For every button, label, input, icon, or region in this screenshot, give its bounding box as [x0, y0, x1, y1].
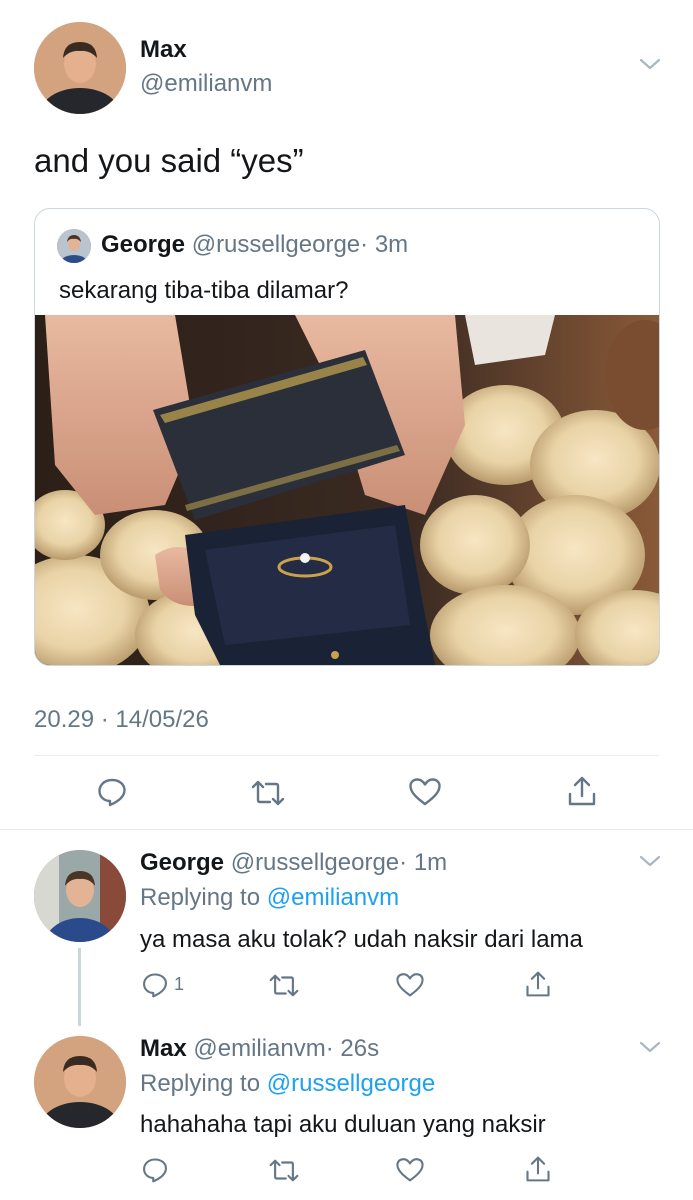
reply-avatar[interactable]: [34, 1036, 126, 1128]
quoted-photo[interactable]: [35, 315, 659, 665]
share-icon[interactable]: [524, 1154, 552, 1184]
reply-author-handle[interactable]: @emilianvm: [193, 1035, 325, 1062]
quoted-tweet[interactable]: George @russellgeorge· 3m sekarang tiba-…: [34, 208, 660, 666]
reply-avatar[interactable]: [34, 850, 126, 942]
like-icon[interactable]: [395, 972, 425, 998]
reply-text: ya masa aku tolak? udah naksir dari lama: [140, 926, 583, 953]
chevron-down-icon[interactable]: [638, 853, 662, 869]
author-handle[interactable]: @emilianvm: [140, 70, 272, 98]
author-name[interactable]: Max: [140, 36, 187, 64]
quoted-author-handle: @russellgeorge: [191, 231, 361, 258]
section-divider: [0, 829, 693, 830]
retweet-icon[interactable]: [268, 972, 300, 999]
reply-icon[interactable]: [141, 1156, 169, 1184]
reply-author-name[interactable]: George: [140, 849, 224, 876]
retweet-icon[interactable]: [268, 1157, 300, 1184]
reply-author-name[interactable]: Max: [140, 1035, 187, 1062]
quoted-author-name: George: [101, 231, 186, 258]
reply-text: hahahaha tapi aku duluan yang naksir: [140, 1111, 546, 1138]
quoted-time: · 3m: [360, 231, 409, 258]
reply-time: · 26s: [325, 1035, 380, 1062]
thread-line: [78, 948, 81, 1026]
retweet-icon[interactable]: [250, 778, 286, 808]
quoted-author-avatar: [57, 229, 91, 263]
chevron-down-icon[interactable]: [638, 56, 662, 72]
author-avatar[interactable]: [34, 22, 126, 114]
reply-time: · 1m: [399, 849, 448, 876]
chevron-down-icon[interactable]: [638, 1039, 662, 1055]
reply-count: 1: [174, 974, 185, 994]
like-icon[interactable]: [408, 777, 442, 807]
replying-to-label: Replying to: [140, 884, 261, 911]
share-icon[interactable]: [524, 969, 552, 999]
share-icon[interactable]: [566, 774, 598, 808]
replying-to-link[interactable]: @russellgeorge: [267, 1070, 435, 1097]
reply-icon[interactable]: [141, 971, 169, 999]
ring-photo-illustration: [35, 315, 659, 665]
quoted-text: sekarang tiba-tiba dilamar?: [59, 277, 349, 304]
tweet-text: and you said “yes”: [34, 142, 304, 179]
divider: [34, 755, 659, 756]
replying-to-link[interactable]: @emilianvm: [267, 884, 399, 911]
replying-to-label: Replying to: [140, 1070, 261, 1097]
tweet-timestamp[interactable]: 20.29 · 14/05/26: [34, 706, 209, 734]
reply-author-handle[interactable]: @russellgeorge: [231, 849, 399, 876]
like-icon[interactable]: [395, 1157, 425, 1183]
reply-icon[interactable]: [96, 776, 128, 808]
